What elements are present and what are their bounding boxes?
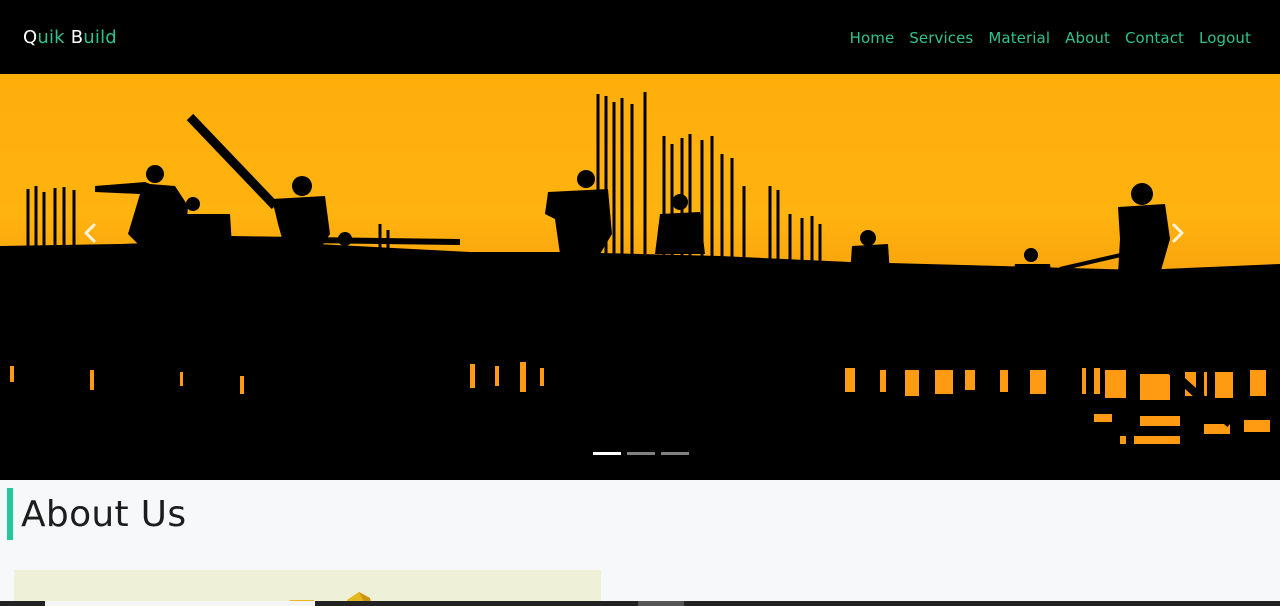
nav-link-about[interactable]: About [1065,29,1110,47]
construction-silhouette-image [0,92,1280,480]
brand-uild: uild [83,26,117,48]
navbar: Quik Build Home Services Material About … [0,0,1280,74]
chevron-right-icon [1172,223,1184,243]
about-section: About Us [0,480,1280,606]
carousel-prev-button[interactable] [82,222,110,250]
nav-link-home[interactable]: Home [850,29,895,47]
carousel-indicator-1[interactable] [593,452,621,455]
scrollbar-segment [638,601,684,606]
carousel-indicator-3[interactable] [661,452,689,455]
hero-carousel [0,74,1280,480]
carousel-next-button[interactable] [1170,222,1198,250]
brand-b: B [70,26,84,48]
nav-link-services[interactable]: Services [909,29,973,47]
carousel-indicator-2[interactable] [627,452,655,455]
about-heading: About Us [21,493,187,535]
horizontal-scrollbar[interactable] [0,601,1280,606]
brand-uik: uik [37,26,71,48]
nav-link-contact[interactable]: Contact [1125,29,1184,47]
nav-menu: Home Services Material About Contact Log… [850,28,1251,47]
carousel-indicators [593,452,689,455]
nav-link-material[interactable]: Material [988,29,1050,47]
nav-link-logout[interactable]: Logout [1199,29,1251,47]
brand-q: Q [23,26,38,48]
chevron-left-icon [84,223,96,243]
about-heading-block: About Us [7,488,186,540]
scrollbar-thumb[interactable] [45,601,315,606]
brand-logo[interactable]: Quik Build [23,27,117,48]
